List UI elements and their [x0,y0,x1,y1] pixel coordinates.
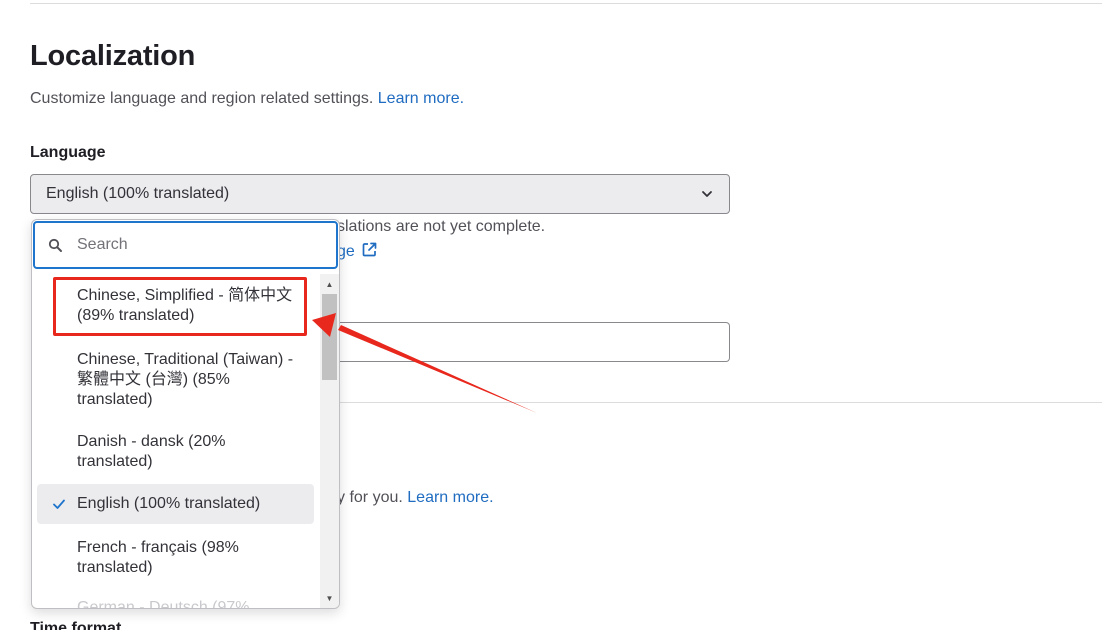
scroll-down-arrow-icon[interactable]: ▼ [320,590,339,606]
scrollbar-thumb[interactable] [322,294,337,380]
top-divider [30,3,1102,4]
option-label: English (100% translated) [77,495,261,512]
section-divider [330,402,1102,403]
language-option-german[interactable]: German - Deutsch (97% [37,596,314,609]
language-option-english[interactable]: English (100% translated) [37,484,314,524]
dropdown-scrollbar[interactable]: ▲ ▼ [320,274,339,608]
option-label: Danish - dansk (20% translated) [77,433,226,470]
subtitle-text: Customize language and region related se… [30,90,374,107]
language-dropdown: Chinese, Simplified - 简体中文 (89% translat… [31,219,340,609]
language-label: Language [30,144,106,161]
language-search-box[interactable] [33,221,338,269]
language-search-input[interactable] [77,236,297,254]
page-title: Localization [30,40,196,72]
learn-more-link[interactable]: Learn more. [378,90,464,107]
language-options-list: Chinese, Simplified - 简体中文 (89% translat… [32,274,320,609]
timezone-learn-more-link[interactable]: Learn more. [407,489,493,506]
language-select-value: English (100% translated) [46,185,230,202]
language-select[interactable]: English (100% translated) [30,174,730,214]
option-label: German - Deutsch (97% [77,599,250,609]
language-option-chinese-simplified[interactable]: Chinese, Simplified - 简体中文 (89% translat… [37,284,314,328]
check-icon [51,496,67,512]
scroll-up-arrow-icon[interactable]: ▲ [320,276,339,292]
external-link-icon [361,241,378,263]
language-option-chinese-traditional[interactable]: Chinese, Traditional (Taiwan) - 繁體中文 (台灣… [37,348,314,410]
first-day-of-week-select[interactable] [330,322,730,362]
timezone-help-text: y for you. Learn more. [337,489,494,507]
option-label: Chinese, Traditional (Taiwan) - 繁體中文 (台灣… [77,351,294,408]
time-format-label: Time format [30,620,122,630]
language-option-danish[interactable]: Danish - dansk (20% translated) [37,430,314,472]
option-label: French - français (98% translated) [77,539,239,576]
language-help-text: slations are not yet complete. [337,218,546,235]
timezone-help-text-partial: y for you. [337,489,403,506]
search-icon [48,238,63,253]
help-translate-link[interactable]: ge [337,241,378,263]
language-option-french[interactable]: French - français (98% translated) [37,536,314,578]
option-label: Chinese, Simplified - 简体中文 (89% translat… [77,287,293,324]
page-subtitle: Customize language and region related se… [30,90,464,108]
chevron-down-icon [700,187,714,201]
